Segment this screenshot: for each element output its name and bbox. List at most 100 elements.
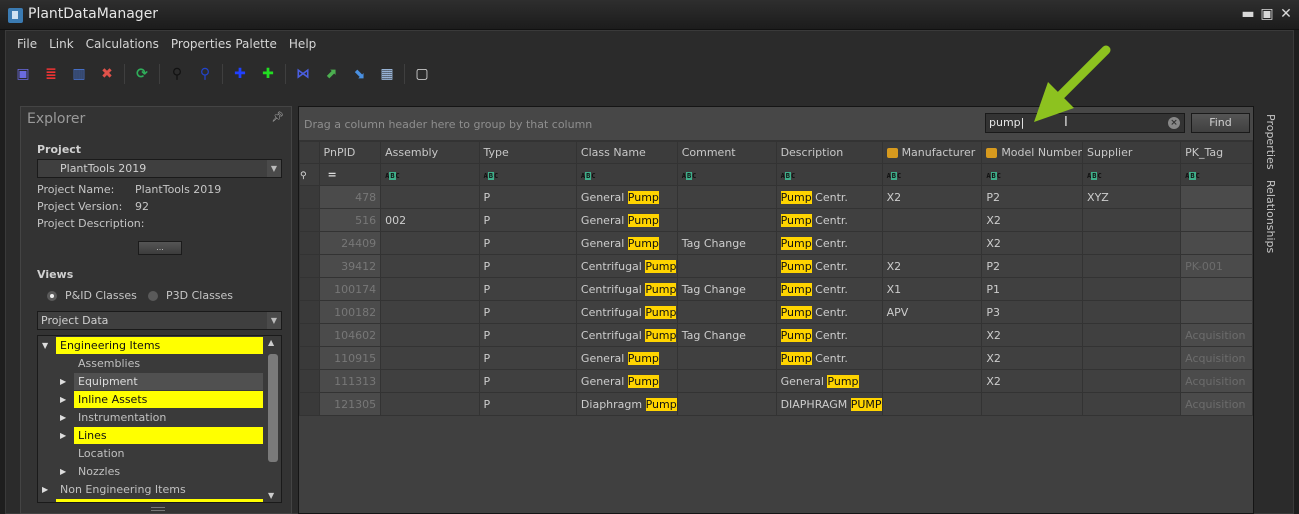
table-cell[interactable]	[676, 254, 777, 278]
column-header[interactable]: Comment	[676, 141, 777, 164]
table-cell[interactable]: X1	[881, 277, 983, 301]
column-header[interactable]: Model Number	[981, 141, 1084, 164]
radio-pid-classes[interactable]: P&ID Classes	[47, 289, 137, 302]
table-cell[interactable]	[1082, 254, 1182, 278]
row-indicator[interactable]	[299, 185, 320, 209]
tab-relationships[interactable]: Relationships	[1264, 180, 1277, 253]
table-cell[interactable]: PK-001	[1180, 254, 1253, 278]
add-valve-icon[interactable]: ✚	[257, 63, 279, 85]
table-cell[interactable]: Acquisition	[1180, 369, 1253, 393]
table-cell[interactable]: 39412	[318, 254, 382, 278]
rows-icon[interactable]: ≣	[40, 63, 62, 85]
table-cell[interactable]	[1082, 277, 1182, 301]
table-cell[interactable]: Centrifugal Pump	[575, 323, 678, 347]
table-cell[interactable]: 121305	[318, 392, 382, 416]
expand-right-icon[interactable]: ▶	[60, 373, 66, 390]
tree-item[interactable]: ▶ Equipment	[38, 373, 263, 390]
table-cell[interactable]: X2	[981, 208, 1084, 232]
table-cell[interactable]: X2	[981, 369, 1084, 393]
table-cell[interactable]	[881, 231, 983, 255]
table-row[interactable]: 121305 P Diaphragm Pump DIAPHRAGM PUMP Acqui…	[299, 392, 1253, 416]
filter-cell[interactable]: ABC	[380, 163, 480, 186]
table-cell[interactable]: X2	[881, 185, 983, 209]
table-cell[interactable]: APV	[881, 300, 983, 324]
table-row[interactable]: 110915 P General Pump Pump Centr. X2 Acquisit…	[299, 346, 1253, 370]
table-row[interactable]: 478 P General Pump Pump Centr. X2 P2 XYZ	[299, 185, 1253, 209]
filter-cell[interactable]: ABC	[775, 163, 883, 186]
table-cell[interactable]: 110915	[318, 346, 382, 370]
row-indicator[interactable]	[299, 369, 320, 393]
row-indicator[interactable]	[299, 392, 320, 416]
table-cell[interactable]	[1082, 323, 1182, 347]
clear-search-icon[interactable]: ×	[1168, 117, 1180, 129]
filter-cell[interactable]: =	[318, 163, 382, 186]
table-cell[interactable]: Pump Centr.	[775, 277, 883, 301]
table-cell[interactable]: Centrifugal Pump	[575, 300, 678, 324]
row-indicator[interactable]	[299, 231, 320, 255]
close-document-icon[interactable]: ▢	[411, 63, 433, 85]
table-cell[interactable]: P	[478, 185, 577, 209]
tree-scrollbar[interactable]: ▲ ▼	[265, 336, 281, 502]
add-icon[interactable]: ✚	[229, 63, 251, 85]
expand-right-icon[interactable]: ▶	[42, 481, 48, 498]
column-header[interactable]: Description	[775, 141, 883, 164]
table-cell[interactable]	[380, 300, 480, 324]
minimize-button[interactable]: ▬	[1240, 6, 1256, 22]
tree-item[interactable]: ▼ Engineering Items	[38, 337, 263, 354]
row-indicator[interactable]	[299, 254, 320, 278]
table-cell[interactable]	[676, 392, 777, 416]
close-button[interactable]: ✕	[1278, 6, 1294, 22]
row-indicator[interactable]	[299, 346, 320, 370]
table-cell[interactable]	[380, 369, 480, 393]
import-icon[interactable]: ⬊	[348, 63, 370, 85]
table-cell[interactable]	[1082, 231, 1182, 255]
row-indicator[interactable]	[299, 323, 320, 347]
scrollbar-thumb[interactable]	[268, 354, 278, 462]
table-cell[interactable]: XYZ	[1082, 185, 1182, 209]
table-cell[interactable]: P	[478, 277, 577, 301]
table-view-icon[interactable]: ▦	[376, 63, 398, 85]
column-header[interactable]: Manufacturer	[881, 141, 983, 164]
filter-cell[interactable]: ABC	[981, 163, 1084, 186]
table-cell[interactable]: Acquisition	[1180, 346, 1253, 370]
table-cell[interactable]	[881, 369, 983, 393]
column-header[interactable]: Type	[478, 141, 577, 164]
menu-properties-palette[interactable]: Properties Palette	[165, 35, 283, 53]
more-button[interactable]: ...	[138, 241, 182, 255]
expand-down-icon[interactable]: ▼	[42, 337, 48, 354]
table-row[interactable]: 39412 P Centrifugal Pump Pump Centr. X2 P2 PK-…	[299, 254, 1253, 278]
delete-icon[interactable]: ✖	[96, 63, 118, 85]
find-button[interactable]: Find	[1191, 113, 1250, 133]
table-cell[interactable]: Acquisition	[1180, 323, 1253, 347]
table-cell[interactable]: X2	[981, 346, 1084, 370]
table-cell[interactable]: Diaphragm Pump	[575, 392, 678, 416]
table-cell[interactable]: 111313	[318, 369, 382, 393]
table-row[interactable]: 516 002 P General Pump Pump Centr. X2	[299, 208, 1253, 232]
tree-item[interactable]: ▶ Inline Assets	[38, 391, 263, 408]
save-icon[interactable]: ▣	[12, 63, 34, 85]
table-cell[interactable]	[1082, 300, 1182, 324]
table-cell[interactable]	[1180, 185, 1253, 209]
project-select[interactable]: PlantTools 2019 ▼	[37, 159, 282, 178]
table-cell[interactable]: DIAPHRAGM PUMP	[775, 392, 883, 416]
scroll-down-icon[interactable]: ▼	[268, 491, 274, 500]
table-cell[interactable]: Tag Change	[676, 323, 777, 347]
columns-icon[interactable]: ▥	[68, 63, 90, 85]
table-cell[interactable]: Pump Centr.	[775, 185, 883, 209]
expand-right-icon[interactable]: ▶	[60, 427, 66, 444]
table-cell[interactable]: P	[478, 254, 577, 278]
tree-item[interactable]: Location	[38, 445, 263, 462]
table-cell[interactable]: General Pump	[575, 369, 678, 393]
table-cell[interactable]	[676, 208, 777, 232]
table-cell[interactable]: P	[478, 231, 577, 255]
table-cell[interactable]: 478	[318, 185, 382, 209]
table-cell[interactable]: General Pump	[575, 208, 678, 232]
filter-cell[interactable]: ABC	[1180, 163, 1253, 186]
tree-item[interactable]: Pipe Line Groups	[38, 499, 263, 502]
filter-cell[interactable]: ABC	[881, 163, 983, 186]
table-cell[interactable]: Pump Centr.	[775, 208, 883, 232]
tree-item[interactable]: ▶ Nozzles	[38, 463, 263, 480]
table-cell[interactable]	[380, 323, 480, 347]
column-header[interactable]: Supplier	[1082, 141, 1182, 164]
table-cell[interactable]	[881, 323, 983, 347]
